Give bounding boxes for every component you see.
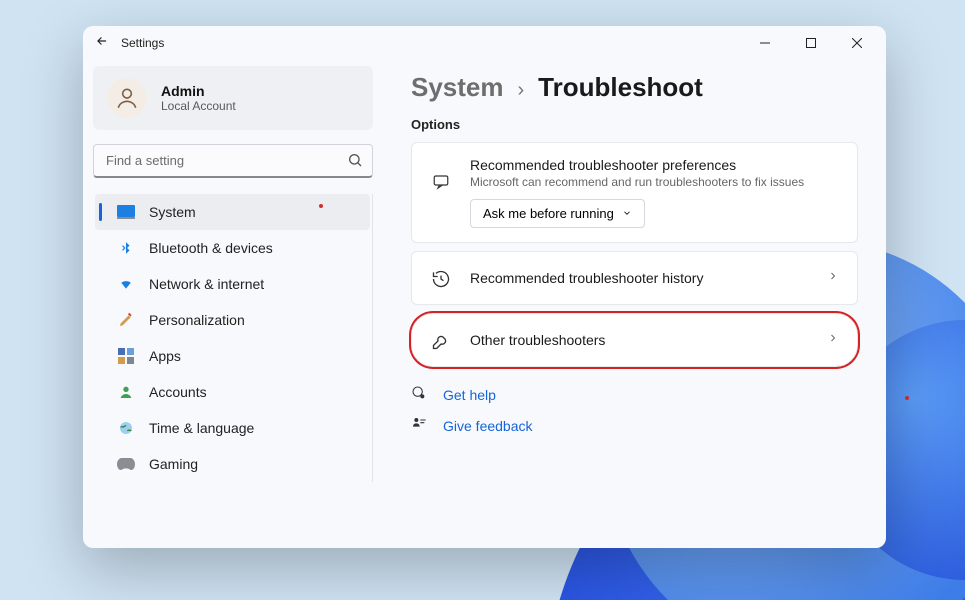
chevron-down-icon [622,206,632,221]
brush-icon [117,311,135,329]
sidebar-item-personalization[interactable]: Personalization [95,302,370,338]
breadcrumb-root[interactable]: System [411,72,504,103]
close-button[interactable] [834,26,880,60]
user-subtitle: Local Account [161,99,236,113]
help-icon: ? [411,385,429,404]
history-icon [430,268,452,290]
get-help-link[interactable]: ? Get help [411,385,858,404]
card-title: Recommended troubleshooter history [470,270,809,286]
sidebar-nav: System Bluetooth & devices Network & int… [93,194,373,482]
card-history[interactable]: Recommended troubleshooter history [411,251,858,305]
breadcrumb: System › Troubleshoot [411,72,858,103]
gaming-icon [117,455,135,473]
back-button[interactable] [95,34,109,51]
sidebar-item-label: System [149,204,196,220]
wrench-icon [430,330,452,352]
card-title: Other troubleshooters [470,332,809,348]
sidebar-item-time-language[interactable]: Time & language [95,410,370,446]
sidebar-item-system[interactable]: System [95,194,370,230]
minimize-button[interactable] [742,26,788,60]
sidebar-item-label: Network & internet [149,276,264,292]
sidebar: Admin Local Account System [83,60,383,548]
search-icon [347,152,363,173]
breadcrumb-leaf: Troubleshoot [538,72,703,103]
settings-window: Settings Admin Local Account [83,26,886,548]
recommended-pref-dropdown[interactable]: Ask me before running [470,199,645,228]
sidebar-item-bluetooth[interactable]: Bluetooth & devices [95,230,370,266]
sidebar-item-gaming[interactable]: Gaming [95,446,370,482]
titlebar: Settings [83,26,886,60]
search-field[interactable] [93,144,373,178]
accounts-icon [117,383,135,401]
sidebar-item-label: Bluetooth & devices [149,240,273,256]
sidebar-item-label: Apps [149,348,181,364]
wifi-icon [117,275,135,293]
comment-icon [430,171,452,193]
user-name: Admin [161,83,236,99]
globe-icon [117,419,135,437]
card-recommended-pref: Recommended troubleshooter preferences M… [411,142,858,243]
search-input[interactable] [93,144,373,178]
chevron-right-icon [827,331,839,349]
apps-icon [117,347,135,365]
avatar [107,78,147,118]
system-icon [117,203,135,221]
chevron-right-icon: › [518,79,525,102]
maximize-button[interactable] [788,26,834,60]
section-label: Options [411,117,858,132]
card-title: Recommended troubleshooter preferences [470,157,839,173]
sidebar-item-label: Time & language [149,420,254,436]
sidebar-item-label: Gaming [149,456,198,472]
card-other-troubleshooters[interactable]: Other troubleshooters [411,313,858,367]
chevron-right-icon [827,269,839,287]
sidebar-item-label: Personalization [149,312,245,328]
app-title: Settings [121,36,164,50]
svg-text:?: ? [421,395,423,399]
annotation-dot [319,204,323,208]
main-content: System › Troubleshoot Options Recommende… [383,60,886,548]
get-help-label: Get help [443,387,496,403]
feedback-icon [411,416,429,435]
dropdown-value: Ask me before running [483,206,614,221]
sidebar-item-apps[interactable]: Apps [95,338,370,374]
sidebar-item-accounts[interactable]: Accounts [95,374,370,410]
bluetooth-icon [117,239,135,257]
sidebar-item-network[interactable]: Network & internet [95,266,370,302]
give-feedback-label: Give feedback [443,418,533,434]
sidebar-item-label: Accounts [149,384,207,400]
annotation-dot [905,396,909,400]
user-card[interactable]: Admin Local Account [93,66,373,130]
card-subtitle: Microsoft can recommend and run troubles… [470,175,839,189]
give-feedback-link[interactable]: Give feedback [411,416,858,435]
